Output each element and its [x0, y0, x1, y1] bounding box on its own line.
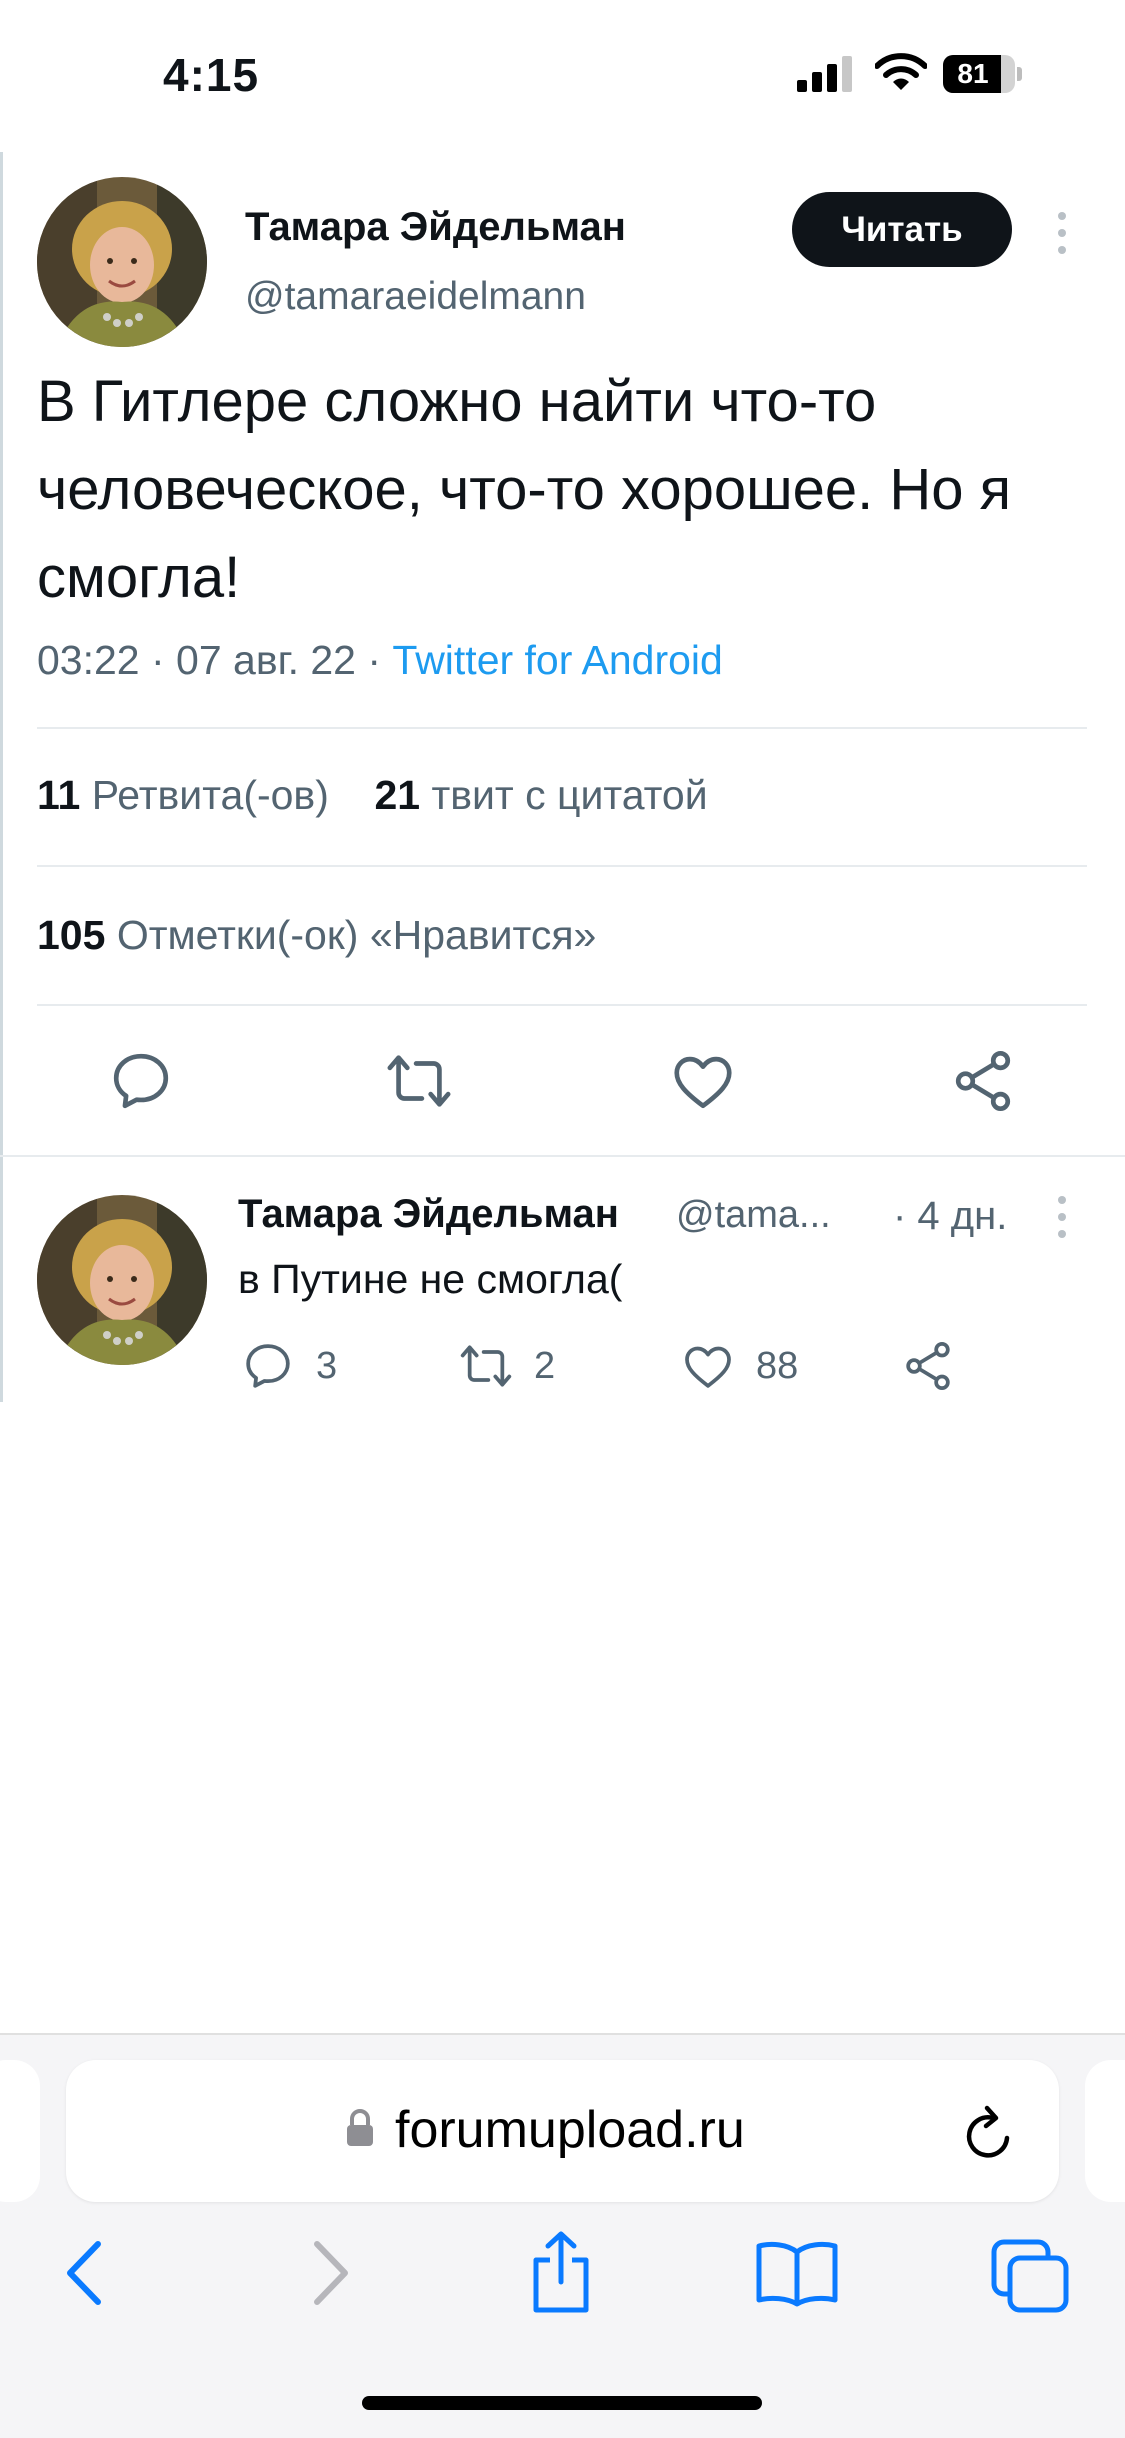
quotes-label: твит с цитатой [431, 772, 708, 818]
reply-author-name[interactable]: Тамара Эйдельман [238, 1192, 619, 1237]
home-indicator [362, 2396, 762, 2410]
retweets-label: Ретвита(-ов) [91, 772, 329, 818]
follow-button[interactable]: Читать [792, 192, 1012, 267]
status-time: 4:15 [163, 49, 260, 101]
tweet-time[interactable]: 03:22 [37, 637, 140, 683]
heart-icon [685, 1346, 731, 1388]
reload-icon[interactable] [963, 2102, 1017, 2162]
forward-chevron-icon[interactable] [305, 2238, 355, 2308]
quotes-stat[interactable]: 21 твит с цитатой [374, 772, 707, 818]
embed-border [0, 152, 3, 1402]
retweet-icon[interactable] [384, 1046, 454, 1116]
back-chevron-icon[interactable] [60, 2238, 110, 2308]
retweets-stat[interactable]: 11 Ретвита(-ов) [37, 772, 329, 818]
meta-separator: · [139, 637, 177, 683]
retweet-icon [460, 1345, 512, 1387]
tweet-text: В Гитлере сложно найти что-то человеческ… [37, 369, 1012, 610]
retweets-count: 11 [37, 772, 81, 818]
divider [37, 865, 1087, 867]
reply-share-button[interactable] [900, 1338, 956, 1394]
tweet-date[interactable]: 07 авг. 22 [176, 637, 356, 683]
next-tab-preview[interactable] [1085, 2060, 1125, 2202]
battery-indicator: 81 [943, 55, 1023, 93]
tweet-source-link[interactable]: Twitter for Android [392, 637, 722, 683]
quotes-count: 21 [374, 772, 421, 818]
previous-tab-preview[interactable] [0, 2060, 40, 2202]
tweet-divider [0, 1155, 1125, 1157]
share-sheet-icon[interactable] [526, 2230, 596, 2314]
likes-count: 105 [37, 912, 106, 958]
reply-icon [246, 1344, 290, 1388]
tweet-meta: 03:22 · 07 авг. 22 · Twitter for Android [37, 637, 723, 684]
lock-icon [347, 2109, 373, 2146]
more-options-icon[interactable] [1052, 208, 1072, 258]
cellular-signal-icon [797, 56, 852, 92]
reply-retweet-button[interactable]: 2 [458, 1338, 555, 1394]
meta-separator: · [355, 637, 393, 683]
reply-like-button[interactable]: 88 [680, 1338, 798, 1394]
url-text[interactable]: forumupload.ru [395, 2100, 745, 2160]
reply-author-avatar[interactable] [37, 1195, 207, 1365]
author-avatar[interactable] [37, 177, 207, 347]
reply-icon[interactable] [106, 1046, 176, 1116]
divider [37, 1004, 1087, 1006]
wifi-icon [875, 53, 927, 90]
share-icon [906, 1341, 950, 1391]
battery-percent: 81 [957, 58, 989, 89]
author-handle[interactable]: @tamaraeidelmann [245, 275, 586, 319]
reply-reply-count: 3 [316, 1344, 338, 1387]
reply-like-count: 88 [756, 1344, 799, 1387]
reply-author-handle[interactable]: @tama... [676, 1194, 831, 1237]
reply-text: в Путине не смогла( [238, 1256, 623, 1302]
heart-icon[interactable] [668, 1046, 738, 1116]
tabs-overview-icon[interactable] [990, 2238, 1070, 2314]
stats-row: 11 Ретвита(-ов) 21 твит с цитатой [37, 772, 708, 819]
likes-label: Отметки(-ок) «Нравится» [116, 912, 597, 958]
divider [37, 727, 1087, 729]
share-icon[interactable] [948, 1046, 1018, 1116]
reply-reply-button[interactable]: 3 [240, 1338, 337, 1394]
reply-time[interactable]: · 4 дн. [893, 1194, 1007, 1239]
bookmarks-book-icon[interactable] [755, 2238, 839, 2308]
likes-stat[interactable]: 105 Отметки(-ок) «Нравится» [37, 912, 596, 959]
more-options-icon[interactable] [1052, 1192, 1072, 1242]
author-name[interactable]: Тамара Эйдельман [245, 205, 626, 250]
reply-retweet-count: 2 [534, 1344, 556, 1387]
